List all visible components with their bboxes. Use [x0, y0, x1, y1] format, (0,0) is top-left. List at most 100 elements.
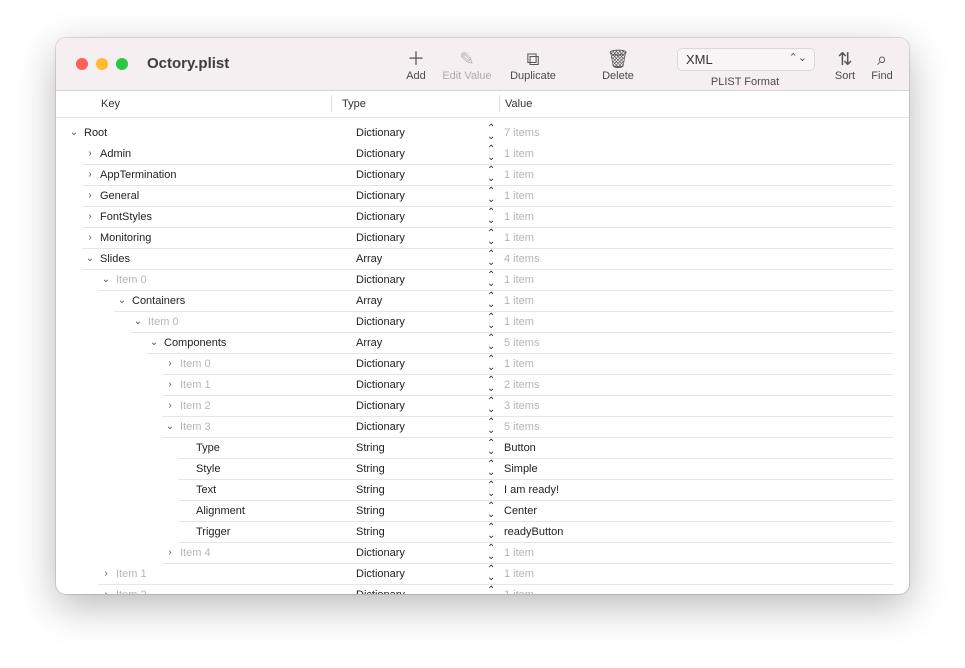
- row-value[interactable]: Button: [504, 442, 536, 454]
- chevron-right-icon[interactable]: ›: [101, 568, 111, 579]
- type-stepper-icon[interactable]: ⌃⌄: [487, 124, 495, 142]
- row-key[interactable]: Slides: [100, 253, 130, 265]
- row-key[interactable]: Item 0: [116, 274, 147, 286]
- outline-row[interactable]: ⌄ Containers Array ⌃ ⌄ 1 item: [56, 291, 909, 312]
- row-value[interactable]: 4 items: [504, 253, 539, 265]
- outline-row[interactable]: › Item 2 Dictionary ⌃⌄ 1 item: [56, 585, 909, 595]
- row-key[interactable]: Item 3: [180, 421, 211, 433]
- type-stepper-icon[interactable]: ⌃⌄: [487, 523, 495, 541]
- outline-row[interactable]: ⌄ Components Array ⌃ ⌄ 5 items: [56, 333, 909, 354]
- row-value[interactable]: 1 item: [504, 232, 534, 244]
- row-key[interactable]: Item 2: [116, 589, 147, 594]
- row-type[interactable]: Dictionary: [356, 379, 405, 391]
- row-key[interactable]: AppTermination: [100, 169, 176, 181]
- type-stepper-icon[interactable]: ⌃⌄: [487, 187, 495, 205]
- row-type[interactable]: Dictionary: [356, 274, 405, 286]
- zoom-button[interactable]: [116, 58, 128, 70]
- row-type[interactable]: Dictionary: [356, 127, 405, 139]
- column-divider[interactable]: [331, 95, 332, 112]
- row-value[interactable]: Center: [504, 505, 537, 517]
- row-value[interactable]: 1 item: [504, 316, 534, 328]
- type-stepper-icon[interactable]: ⌃⌄: [487, 334, 495, 352]
- chevron-down-icon[interactable]: ⌄: [85, 253, 95, 264]
- chevron-down-icon[interactable]: ⌄: [101, 274, 111, 285]
- type-stepper-icon[interactable]: ⌃⌄: [487, 355, 495, 373]
- row-type[interactable]: Dictionary: [356, 169, 405, 181]
- type-stepper-icon[interactable]: ⌃⌄: [487, 166, 495, 184]
- row-value[interactable]: 5 items: [504, 421, 539, 433]
- type-stepper-icon[interactable]: ⌃⌄: [487, 502, 495, 520]
- row-key[interactable]: Type: [196, 442, 220, 454]
- row-key[interactable]: Monitoring: [100, 232, 151, 244]
- chevron-right-icon[interactable]: ›: [85, 190, 95, 201]
- row-type[interactable]: Dictionary: [356, 589, 405, 594]
- column-value[interactable]: Value: [505, 98, 532, 110]
- type-stepper-icon[interactable]: ⌃⌄: [487, 250, 495, 268]
- outline-row[interactable]: › Item 1 Dictionary ⌃ ⌄ 1 item: [56, 564, 909, 585]
- chevron-right-icon[interactable]: ›: [165, 379, 175, 390]
- row-key[interactable]: Admin: [100, 148, 131, 160]
- sort-button[interactable]: ⇅ Sort: [830, 48, 860, 82]
- chevron-right-icon[interactable]: ›: [165, 400, 175, 411]
- type-stepper-icon[interactable]: ⌃⌄: [487, 271, 495, 289]
- row-value[interactable]: 1 item: [504, 568, 534, 580]
- row-key[interactable]: Components: [164, 337, 226, 349]
- row-value[interactable]: 1 item: [504, 190, 534, 202]
- type-stepper-icon[interactable]: ⌃⌄: [487, 460, 495, 478]
- delete-button[interactable]: 🗑︎ Delete: [598, 48, 638, 82]
- outline-row[interactable]: ⌄ Item 3 Dictionary ⌃ ⌄ 5 items: [56, 417, 909, 438]
- row-type[interactable]: Dictionary: [356, 211, 405, 223]
- row-type[interactable]: Dictionary: [356, 568, 405, 580]
- outline-row[interactable]: › Item 4 Dictionary ⌃ ⌄ 1 item: [56, 543, 909, 564]
- row-value[interactable]: 1 item: [504, 211, 534, 223]
- row-value[interactable]: 1 item: [504, 169, 534, 181]
- row-type[interactable]: Dictionary: [356, 358, 405, 370]
- type-stepper-icon[interactable]: ⌃⌄: [487, 145, 495, 163]
- type-stepper-icon[interactable]: ⌃⌄: [487, 229, 495, 247]
- row-type[interactable]: Dictionary: [356, 190, 405, 202]
- chevron-right-icon[interactable]: ›: [165, 547, 175, 558]
- row-type[interactable]: String: [356, 442, 385, 454]
- row-value[interactable]: 2 items: [504, 379, 539, 391]
- type-stepper-icon[interactable]: ⌃⌄: [487, 439, 495, 457]
- row-key[interactable]: Item 4: [180, 547, 211, 559]
- row-type[interactable]: Array: [356, 253, 382, 265]
- row-value[interactable]: 7 items: [504, 127, 539, 139]
- minimize-button[interactable]: [96, 58, 108, 70]
- row-key[interactable]: General: [100, 190, 139, 202]
- chevron-right-icon[interactable]: ›: [85, 169, 95, 180]
- type-stepper-icon[interactable]: ⌃⌄: [487, 313, 495, 331]
- outline-row[interactable]: Text String ⌃ ⌄ I am ready!: [56, 480, 909, 501]
- row-value[interactable]: I am ready!: [504, 484, 559, 496]
- chevron-right-icon[interactable]: ›: [85, 211, 95, 222]
- find-button[interactable]: ⌕ Find: [868, 48, 896, 82]
- row-type[interactable]: Dictionary: [356, 148, 405, 160]
- outline-row[interactable]: ⌄ Item 0 Dictionary ⌃ ⌄ 1 item: [56, 270, 909, 291]
- edit-value-button[interactable]: ✎ Edit Value: [438, 48, 496, 82]
- close-button[interactable]: [76, 58, 88, 70]
- row-type[interactable]: String: [356, 463, 385, 475]
- row-key[interactable]: Trigger: [196, 526, 230, 538]
- type-stepper-icon[interactable]: ⌃⌄: [487, 208, 495, 226]
- row-value[interactable]: 5 items: [504, 337, 539, 349]
- row-type[interactable]: Dictionary: [356, 421, 405, 433]
- row-type[interactable]: Array: [356, 295, 382, 307]
- outline-row[interactable]: › FontStyles Dictionary ⌃ ⌄ 1 item: [56, 207, 909, 228]
- row-key[interactable]: Root: [84, 127, 107, 139]
- chevron-right-icon[interactable]: ›: [85, 148, 95, 159]
- row-value[interactable]: 1 item: [504, 295, 534, 307]
- row-key[interactable]: Item 1: [116, 568, 147, 580]
- outline-row[interactable]: Type String ⌃ ⌄ Button: [56, 438, 909, 459]
- outline-row[interactable]: ⌄ Item 0 Dictionary ⌃ ⌄ 1 item: [56, 312, 909, 333]
- outline-row[interactable]: › Item 1 Dictionary ⌃ ⌄ 2 items: [56, 375, 909, 396]
- chevron-right-icon[interactable]: ›: [85, 232, 95, 243]
- outline-row[interactable]: ⌄ Root Dictionary ⌃ ⌄ 7 items: [56, 123, 909, 144]
- row-key[interactable]: Item 0: [180, 358, 211, 370]
- type-stepper-icon[interactable]: ⌃⌄: [487, 481, 495, 499]
- row-value[interactable]: 1 item: [504, 274, 534, 286]
- type-stepper-icon[interactable]: ⌃⌄: [487, 586, 495, 595]
- outline-row[interactable]: Alignment String ⌃ ⌄ Center: [56, 501, 909, 522]
- row-key[interactable]: Alignment: [196, 505, 245, 517]
- outline-row[interactable]: › General Dictionary ⌃ ⌄ 1 item: [56, 186, 909, 207]
- row-type[interactable]: Dictionary: [356, 547, 405, 559]
